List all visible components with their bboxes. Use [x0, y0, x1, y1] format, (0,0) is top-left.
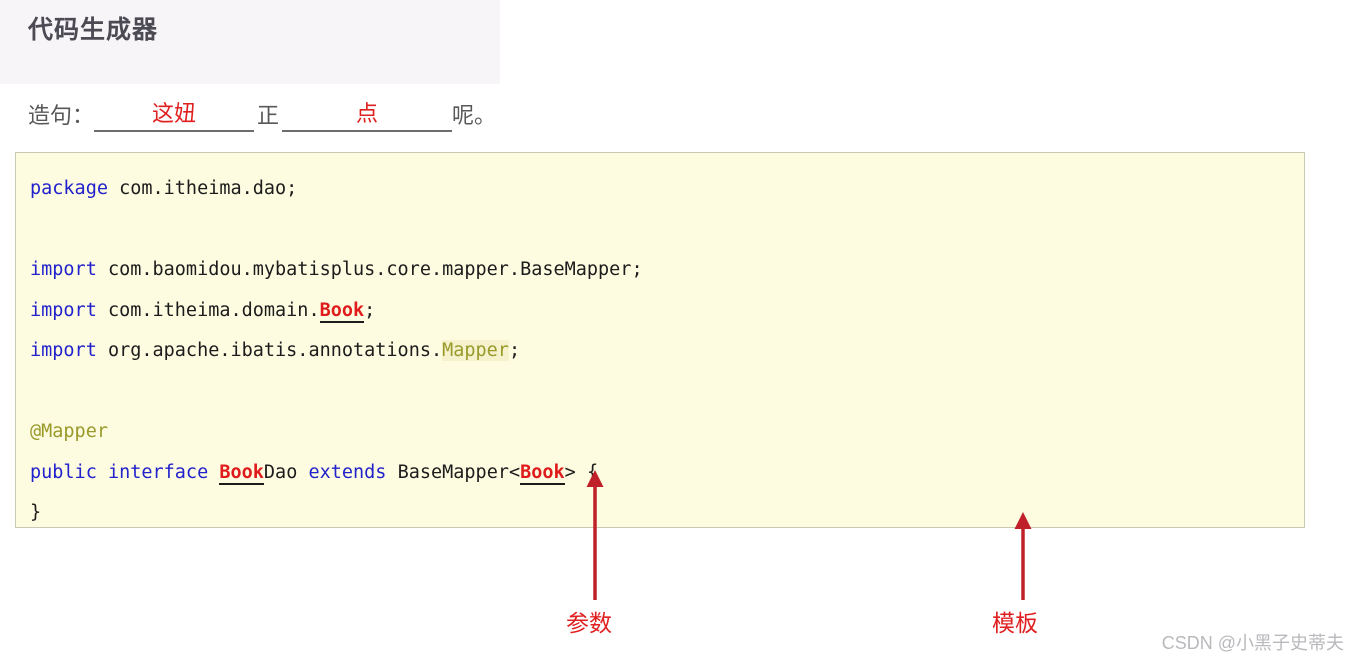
sentence-blank-2: 点 [282, 96, 453, 132]
page-title: 代码生成器 [28, 16, 159, 44]
code-token-plain: } [30, 502, 42, 523]
code-line: package com.itheima.dao; [30, 169, 1304, 210]
code-token-anno-bare: @Mapper [30, 421, 108, 442]
code-token-plain: > { [564, 461, 599, 483]
parameter-annotation-label: 参数 [566, 610, 612, 636]
code-token-kw: interface [107, 461, 209, 483]
code-content: package com.itheima.dao; import com.baom… [16, 153, 1304, 527]
code-line: import com.baomidou.mybatisplus.core.map… [30, 250, 1304, 291]
code-token-plain: ; [364, 299, 376, 321]
code-token-kw: package [30, 178, 108, 199]
code-token-kw: extends [308, 461, 387, 483]
code-line: } [30, 493, 1304, 527]
code-token-plain: Dao [263, 461, 309, 483]
csdn-watermark: CSDN @小黑子史蒂夫 [1161, 633, 1344, 653]
code-token-anno: Mapper [442, 340, 509, 361]
code-token-book: Book [219, 461, 264, 485]
code-line: import org.apache.ibatis.annotations.Map… [30, 331, 1304, 372]
code-line: @Mapper [30, 412, 1304, 453]
code-token-kw: import [30, 340, 97, 361]
code-token-book: Book [520, 461, 565, 485]
code-token-plain: ; [508, 340, 521, 361]
sentence-blank-1: 这妞 [94, 96, 255, 132]
sentence-label: 造句： [28, 103, 95, 128]
code-token-plain: com.baomidou.mybatisplus.core.mapper.Bas… [96, 259, 643, 280]
code-token-kw: import [30, 299, 97, 321]
code-template-block: package com.itheima.dao; import com.baom… [15, 152, 1305, 528]
code-token-kw: public [30, 461, 97, 483]
code-token-plain: com.itheima.dao; [107, 178, 298, 199]
sentence-row: 造句： 这妞 正 点 呢。 [28, 96, 496, 132]
code-token-plain: org.apache.ibatis.annotations. [96, 340, 443, 361]
sentence-middle-text: 正 [257, 103, 280, 128]
template-annotation-label: 模板 [992, 610, 1038, 636]
code-line: public interface BookDao extends BaseMap… [30, 453, 1304, 494]
code-token-book: Book [319, 299, 365, 323]
code-token-kw: import [30, 259, 97, 280]
sentence-ending: 呢。 [452, 103, 497, 128]
code-token-plain: com.itheima.domain. [96, 299, 320, 321]
code-line: import com.itheima.domain.Book; [30, 291, 1304, 332]
code-token-plain: BaseMapper< [386, 461, 521, 483]
